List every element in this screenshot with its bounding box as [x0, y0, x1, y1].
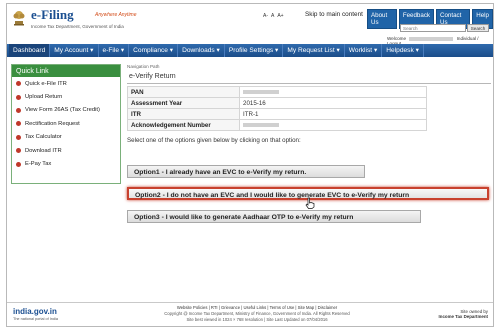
sidebar-item-label: Quick e-File ITR [25, 80, 67, 87]
nav-worklist[interactable]: Worklist ▾ [345, 44, 383, 57]
sidebar-item-form-26as[interactable]: View Form 26AS (Tax Credit) [12, 104, 120, 117]
page-title: e-Verify Return [127, 71, 491, 84]
footer-copyright: Copyright @ Income Tax Department, Minis… [164, 311, 350, 316]
nav-downloads[interactable]: Downloads ▾ [178, 44, 225, 57]
instruction-text: Select one of the options given below by… [127, 137, 301, 144]
sidebar-item-tax-calculator[interactable]: Tax Calculator [12, 131, 120, 144]
nav-e-file[interactable]: e-File ▾ [99, 44, 130, 57]
logo-title: e-Filing [31, 7, 74, 22]
about-us-link[interactable]: About Us [367, 9, 397, 29]
pan-value [239, 86, 427, 98]
bullet-icon [16, 121, 21, 127]
sidebar-item-e-pay-tax[interactable]: E-Pay Tax [12, 157, 120, 170]
india-gov-logo[interactable]: india.gov.in [13, 307, 57, 316]
masked-value [243, 122, 279, 127]
font-size-controls: A- A A+ [263, 13, 284, 19]
footer-resolution-note: Site best viewed in 1024 × 768 resolutio… [186, 317, 328, 322]
option1-button[interactable]: Option1 - I already have an EVC to e-Ver… [127, 165, 365, 178]
sidebar-item-label: Download ITR [25, 147, 62, 154]
bullet-icon [16, 148, 21, 154]
bullet-icon [16, 94, 21, 100]
table-row: ITR ITR-1 [127, 108, 427, 120]
sidebar-item-label: E-Pay Tax [25, 161, 52, 168]
main-nav: Dashboard My Account ▾ e-File ▾ Complian… [7, 44, 493, 57]
nav-compliance[interactable]: Compliance ▾ [129, 44, 179, 57]
sidebar-item-label: View Form 26AS (Tax Credit) [25, 107, 100, 114]
assessment-year-value: 2015-16 [239, 97, 427, 109]
site-owner: Site owned by Income Tax Department [412, 309, 488, 319]
option3-button[interactable]: Option3 - I would like to generate Aadha… [127, 210, 421, 223]
india-gov-logo-sub: The national portal of India [13, 317, 58, 321]
masked-value [243, 89, 279, 94]
search-input[interactable]: Search [400, 24, 466, 32]
main-content: Navigation Path e-Verify Return PAN Asse… [127, 64, 491, 223]
pan-label: PAN [127, 86, 240, 98]
site-header: e-Filing Anywhere Anytime Income Tax Dep… [7, 4, 493, 46]
sidebar-item-quick-efile[interactable]: Quick e-File ITR [12, 77, 120, 90]
sidebar-item-label: Tax Calculator [25, 134, 62, 141]
sidebar-item-label: Upload Return [25, 94, 63, 101]
bullet-icon [16, 81, 21, 87]
ack-number-value [239, 119, 427, 131]
nav-my-request-list[interactable]: My Request List ▾ [283, 44, 345, 57]
nav-helpdesk[interactable]: Helpdesk ▾ [382, 44, 424, 57]
table-row: Acknowledgement Number [127, 119, 427, 131]
table-row: PAN [127, 86, 427, 98]
return-details-table: PAN Assessment Year 2015-16 ITR ITR-1 Ac… [127, 86, 427, 131]
skip-to-main-link[interactable]: Skip to main content [305, 11, 363, 18]
bullet-icon [16, 161, 21, 167]
sidebar-item-download-itr[interactable]: Download ITR [12, 144, 120, 157]
bullet-icon [16, 107, 21, 113]
browser-page: e-Filing Anywhere Anytime Income Tax Dep… [6, 3, 494, 327]
national-emblem-icon [13, 11, 25, 26]
sidebar-item-rectification[interactable]: Rectification Request [12, 117, 120, 130]
assessment-year-label: Assessment Year [127, 97, 240, 109]
itr-value: ITR-1 [239, 108, 427, 120]
quick-link-panel: Quick Link Quick e-File ITR Upload Retur… [11, 64, 121, 184]
site-owner-name: Income Tax Department [438, 314, 488, 319]
font-decrease-button[interactable]: A- [263, 13, 268, 19]
itr-label: ITR [127, 108, 240, 120]
font-increase-button[interactable]: A+ [277, 13, 283, 19]
nav-my-account[interactable]: My Account ▾ [50, 44, 99, 57]
sidebar-item-upload-return[interactable]: Upload Return [12, 90, 120, 103]
search-button[interactable]: Search [467, 24, 489, 32]
user-id-masked [409, 36, 454, 41]
font-normal-button[interactable]: A [271, 13, 274, 19]
footer-links[interactable]: Website Policies | RTI | Grievance | Use… [127, 305, 387, 310]
sidebar-item-label: Rectification Request [25, 120, 80, 127]
nav-dashboard[interactable]: Dashboard [9, 44, 51, 57]
bullet-icon [16, 134, 21, 140]
ack-number-label: Acknowledgement Number [127, 119, 240, 131]
logo-tagline: Anywhere Anytime [95, 12, 137, 18]
nav-profile-settings[interactable]: Profile Settings ▾ [225, 44, 284, 57]
hand-cursor-icon [305, 197, 315, 209]
table-row: Assessment Year 2015-16 [127, 97, 427, 109]
site-footer: india.gov.in The national portal of Indi… [7, 302, 493, 326]
quick-link-title: Quick Link [12, 65, 120, 77]
logo-subtitle: Income Tax Department, Government of Ind… [31, 24, 124, 29]
breadcrumb: Navigation Path [127, 64, 160, 69]
